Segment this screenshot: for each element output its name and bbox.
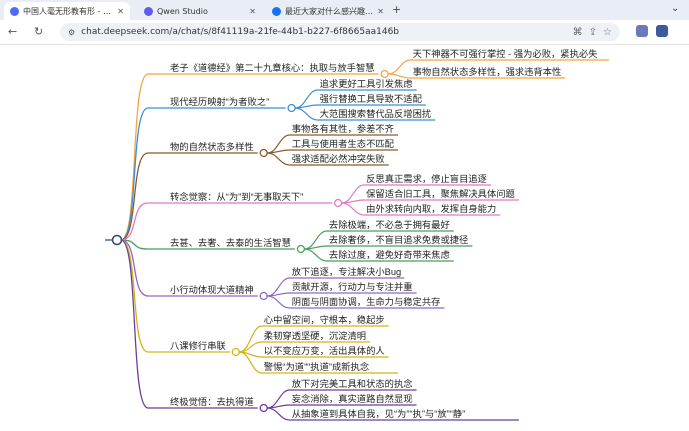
tab-strip: 中国人毫无形教有形 - DeepSe ✕ Qwen Studio ✕ 最近大家对… (0, 0, 689, 20)
branch-connector (120, 107, 286, 241)
site-info-icon[interactable]: ⚙ (68, 28, 75, 37)
close-tab-icon[interactable]: ✕ (117, 7, 124, 16)
leaf-connector (267, 149, 398, 154)
leaf-label[interactable]: 反思真正需求，停止盲目追逐 (366, 173, 487, 184)
leaf-label[interactable]: 妄念消除，真实道路自然显现 (292, 393, 413, 404)
tab-deepseek[interactable]: 中国人毫无形教有形 - DeepSe ✕ (4, 2, 130, 20)
branch-label[interactable]: 终极觉悟：去执得道 (170, 396, 254, 407)
branch-label[interactable]: 去甚、去奢、去泰的生活智慧 (170, 237, 291, 248)
leaf-label[interactable]: 由外求转向内取，发挥自身能力 (366, 203, 496, 214)
back-arrow-icon[interactable]: ← (8, 25, 17, 38)
close-tab-icon[interactable]: ✕ (249, 7, 256, 16)
leaf-label[interactable]: 心中留空间，守根本，稳起步 (264, 314, 385, 325)
leaf-label[interactable]: 事物各有其性，参差不齐 (292, 123, 394, 134)
translate-icon[interactable]: ⌘ (573, 27, 583, 38)
leaf-label[interactable]: 阴面与阴面协调，生命力与稳定共存 (292, 296, 441, 307)
leaf-connector (267, 292, 417, 297)
leaf-label[interactable]: 警惕“为道”“执道”成新执念 (264, 361, 369, 372)
extension-icon[interactable] (636, 25, 648, 37)
branch-node-circle[interactable] (333, 198, 343, 208)
leaf-label[interactable]: 追求更好工具引发焦虑 (320, 78, 413, 89)
branch-label[interactable]: 小行动体现大道精神 (170, 284, 254, 295)
tab-qwen[interactable]: Qwen Studio ✕ (138, 2, 262, 20)
bookmark-star-icon[interactable]: ☆ (603, 27, 612, 38)
branch-label[interactable]: 物的自然状态多样性 (170, 141, 254, 152)
tab-title: Qwen Studio (157, 6, 208, 16)
leaf-connector (304, 245, 473, 250)
deepseek-favicon-icon (10, 6, 19, 16)
url-text: chat.deepseek.com/a/chat/s/8f41119a-21fe… (81, 27, 400, 37)
branch-node-circle[interactable] (287, 103, 296, 113)
close-tab-icon[interactable]: ✕ (377, 7, 384, 16)
leaf-connector (295, 104, 426, 109)
reload-icon[interactable]: ↻ (34, 25, 43, 38)
mindmap-canvas: 老子《道德经》第二十九章核心：执取与放手智慧 天下神器不可强行掌控 - 强为必败，… (105, 48, 609, 421)
extension-icon[interactable] (656, 25, 668, 37)
leaf-label[interactable]: 事物自然状态多样性，强求违背本性 (413, 66, 562, 77)
leaf-label[interactable]: 保留适合旧工具，聚焦解决具体问题 (366, 188, 515, 199)
tab-title: 中国人毫无形教有形 - DeepSe (23, 6, 113, 16)
leaf-label[interactable]: 去除过度，避免好奇带来焦虑 (329, 249, 450, 260)
branch-label[interactable]: 老子《道德经》第二十九章核心：执取与放手智慧 (170, 62, 375, 73)
branch-node-circle[interactable] (259, 403, 268, 413)
leaf-label[interactable]: 贡献开源，行动力与专注并重 (292, 281, 413, 292)
leaf-connector (267, 404, 417, 409)
browser-toolbar: ← ↻ ⚙ chat.deepseek.com/a/chat/s/8f41119… (0, 20, 689, 45)
branch-label[interactable]: 现代经历映射“为者败之” (170, 96, 269, 107)
leaf-label[interactable]: 去除奢侈，不盲目追求免费或捷径 (329, 234, 468, 245)
address-bar[interactable]: ⚙ chat.deepseek.com/a/chat/s/8f41119a-21… (60, 23, 620, 41)
zhihu-favicon-icon (272, 6, 281, 16)
branch-node-circle[interactable] (259, 291, 268, 301)
branch-node-circle[interactable] (296, 244, 306, 254)
leaf-label[interactable]: 从抽象道到具体自我，见“为”“执”与“放”“静” (292, 408, 466, 419)
leaf-label[interactable]: 天下神器不可强行掌控 - 强为必败，紧执必失 (413, 48, 599, 59)
branch-node-circle[interactable] (231, 347, 240, 357)
branch-node-circle[interactable] (259, 148, 268, 158)
leaf-connector (341, 199, 519, 204)
branch-node-circle[interactable] (380, 69, 389, 79)
leaf-label[interactable]: 大范围搜索替代品反增困扰 (320, 108, 432, 119)
branch-label[interactable]: 八课修行串联 (170, 340, 226, 351)
leaf-label[interactable]: 放下追逐，专注解决小Bug (292, 266, 402, 277)
tab-zhihu[interactable]: 最近大家对什么感兴趣啊，出现 ✕ (266, 2, 390, 20)
leaf-label[interactable]: 放下对完美工具和状态的执念 (292, 378, 413, 389)
leaf-label[interactable]: 以不变应万变，活出具体的人 (264, 345, 385, 356)
qwen-favicon-icon (144, 6, 153, 16)
window-controls-icon[interactable]: ⌄ (671, 3, 679, 14)
leaf-label[interactable]: 强行替换工具导致不适配 (320, 93, 422, 104)
leaf-label[interactable]: 去除极端，不必急于拥有最好 (329, 219, 450, 230)
leaf-label[interactable]: 工具与使用者生态不匹配 (292, 138, 394, 149)
share-icon[interactable]: ⇪ (589, 27, 597, 38)
branch-label[interactable]: 转念觉察：从“为”到“无事取天下” (170, 191, 303, 202)
branch-connector (120, 202, 333, 241)
branch-connector (120, 239, 258, 409)
new-tab-button[interactable]: + (392, 3, 401, 16)
leaf-label[interactable]: 柔韧穿透坚硬，沉淀清明 (264, 330, 366, 341)
tab-title: 最近大家对什么感兴趣啊，出现 (285, 6, 373, 16)
root-node-circle[interactable] (111, 234, 123, 246)
leaf-label[interactable]: 强求适配必然冲突失败 (292, 153, 385, 164)
